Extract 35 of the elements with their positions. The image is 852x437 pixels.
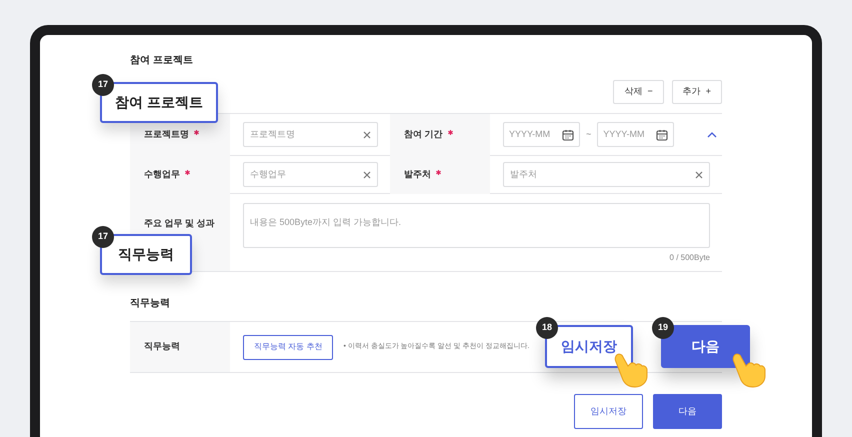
placeholder-text: 내용은 500Byte까지 입력 가능합니다. bbox=[250, 217, 402, 227]
section-heading: 참여 프로젝트 bbox=[130, 54, 194, 68]
input-field[interactable]: 프로젝트명 bbox=[243, 122, 378, 147]
placeholder-text: 발주처 bbox=[510, 168, 537, 181]
section-heading: 직무능력 bbox=[130, 297, 171, 311]
date-field[interactable]: YYYY-MM bbox=[597, 122, 674, 147]
field-label: 프로젝트명 bbox=[144, 128, 189, 142]
footer-button[interactable]: 임시저장 bbox=[574, 394, 643, 429]
pointing-hand-icon bbox=[612, 352, 650, 388]
placeholder-text: YYYY-MM bbox=[603, 128, 644, 141]
input-field[interactable]: 발주처 bbox=[503, 162, 710, 187]
placeholder-text: 프로젝트명 bbox=[250, 128, 295, 141]
field-label: 수행업무 bbox=[144, 168, 180, 182]
calendar-icon[interactable] bbox=[656, 128, 668, 140]
close-icon[interactable] bbox=[363, 130, 371, 138]
small-button[interactable]: 삭제 − bbox=[613, 80, 664, 104]
small-button[interactable]: 추가 + bbox=[672, 80, 722, 104]
placeholder-text: YYYY-MM bbox=[509, 128, 550, 141]
input-field[interactable]: 수행업무 bbox=[243, 162, 378, 187]
field-label: 직무능력 bbox=[144, 340, 180, 354]
field-label: 발주처 bbox=[404, 168, 431, 182]
byte-counter: 0 / 500Byte bbox=[670, 252, 710, 264]
chevron-icon[interactable] bbox=[706, 130, 718, 140]
auto-recommend-button[interactable]: 직무능력 자동 추천 bbox=[243, 334, 334, 360]
field-label: 주요 업무 및 성과 bbox=[144, 218, 215, 228]
range-separator: ~ bbox=[585, 128, 592, 141]
calendar-icon[interactable] bbox=[562, 128, 574, 140]
pointing-hand-icon bbox=[730, 352, 768, 388]
placeholder-text: 수행업무 bbox=[250, 168, 286, 181]
text-area[interactable]: 내용은 500Byte까지 입력 가능합니다. bbox=[243, 203, 710, 248]
field-label: 참여 기간 bbox=[404, 128, 443, 142]
footer-button[interactable]: 다음 bbox=[653, 394, 722, 429]
close-icon[interactable] bbox=[695, 170, 703, 178]
close-icon[interactable] bbox=[363, 170, 371, 178]
date-field[interactable]: YYYY-MM bbox=[503, 122, 580, 147]
